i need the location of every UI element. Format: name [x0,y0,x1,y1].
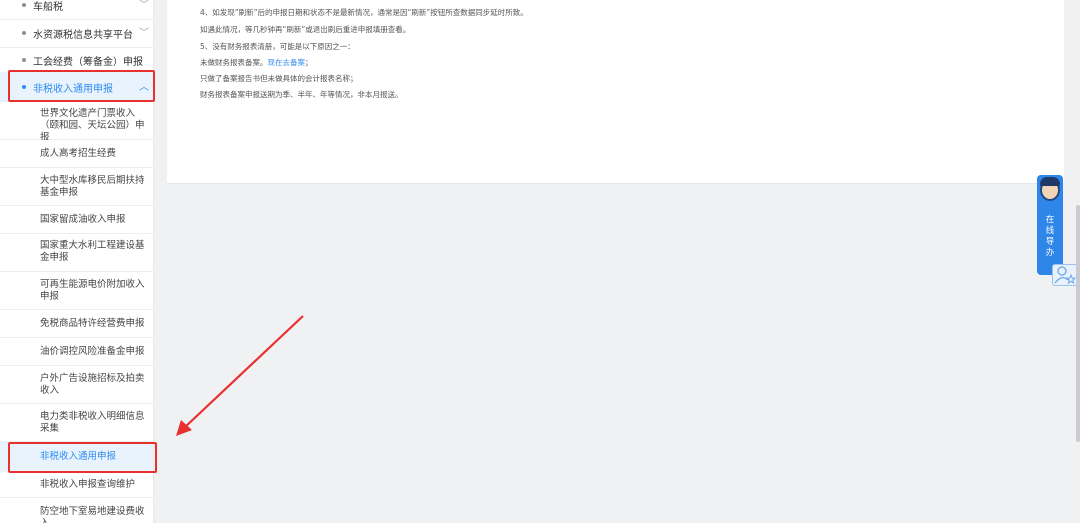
page: 车船税 ﹀ 水资源税信息共享平台 ﹀ 工会经费（筹备金）申报 非税收入通用申报 … [0,0,1080,523]
annotation-arrow [176,315,304,436]
